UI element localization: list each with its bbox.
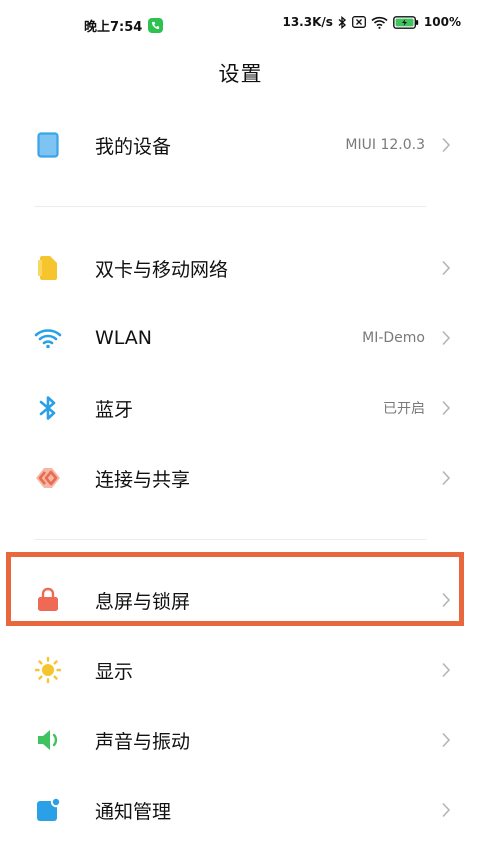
settings-item-label: 我的设备: [95, 135, 172, 158]
wifi-icon: [34, 324, 62, 352]
settings-item-display[interactable]: 显示: [0, 639, 481, 701]
settings-item-value: MIUI 12.0.3: [345, 137, 425, 153]
sim-card-icon: [34, 254, 62, 282]
tablet-icon: [34, 131, 62, 159]
bluetooth-icon: [34, 394, 62, 422]
share-icon: [34, 464, 62, 492]
settings-item-label: 连接与共享: [95, 468, 191, 491]
settings-item-label: 声音与振动: [95, 730, 191, 753]
settings-item-label: 显示: [95, 660, 134, 683]
settings-item-notifications[interactable]: 通知管理: [0, 779, 481, 841]
section-divider: [34, 539, 426, 540]
chevron-right-icon: [441, 469, 453, 487]
chevron-right-icon: [441, 399, 453, 417]
settings-item-label: 通知管理: [95, 800, 172, 823]
call-icon: [148, 18, 164, 33]
wifi-icon: [371, 16, 388, 29]
settings-item-label: WLAN: [95, 327, 153, 349]
settings-item-label: 双卡与移动网络: [95, 258, 229, 281]
settings-item-sim-network[interactable]: 双卡与移动网络: [0, 237, 481, 299]
sim-disabled-icon: [351, 16, 366, 28]
settings-item-sound-vibration[interactable]: 声音与振动: [0, 709, 481, 771]
status-time: 晚上7:54: [84, 20, 143, 35]
settings-item-connection-sharing[interactable]: 连接与共享: [0, 447, 481, 509]
settings-item-my-device[interactable]: 我的设备 MIUI 12.0.3: [0, 114, 481, 176]
highlight-box: [6, 552, 464, 626]
settings-item-value: 已开启: [383, 401, 425, 417]
sun-icon: [34, 656, 62, 684]
settings-item-value: MI-Demo: [362, 330, 425, 346]
battery-level: 100%: [423, 15, 461, 29]
status-right-group: 13.3K/s 100%: [282, 15, 461, 29]
settings-item-label: 蓝牙: [95, 398, 134, 421]
net-speed: 13.3K/s: [282, 15, 333, 29]
page-title: 设置: [218, 62, 263, 86]
speaker-icon: [34, 726, 62, 754]
status-time-group: 晚上7:54: [84, 16, 164, 35]
chevron-right-icon: [441, 661, 453, 679]
notification-icon: [34, 796, 62, 824]
bluetooth-icon: [338, 15, 347, 29]
chevron-right-icon: [441, 801, 453, 819]
chevron-right-icon: [441, 329, 453, 347]
chevron-right-icon: [441, 136, 453, 154]
chevron-right-icon: [441, 259, 453, 277]
chevron-right-icon: [441, 731, 453, 749]
section-divider: [34, 206, 426, 207]
battery-charging-icon: [393, 15, 419, 29]
status-bar: 晚上7:54 13.3K/s 100%: [0, 0, 481, 44]
settings-item-bluetooth[interactable]: 蓝牙 已开启: [0, 377, 481, 439]
settings-item-wlan[interactable]: WLAN MI-Demo: [0, 307, 481, 369]
